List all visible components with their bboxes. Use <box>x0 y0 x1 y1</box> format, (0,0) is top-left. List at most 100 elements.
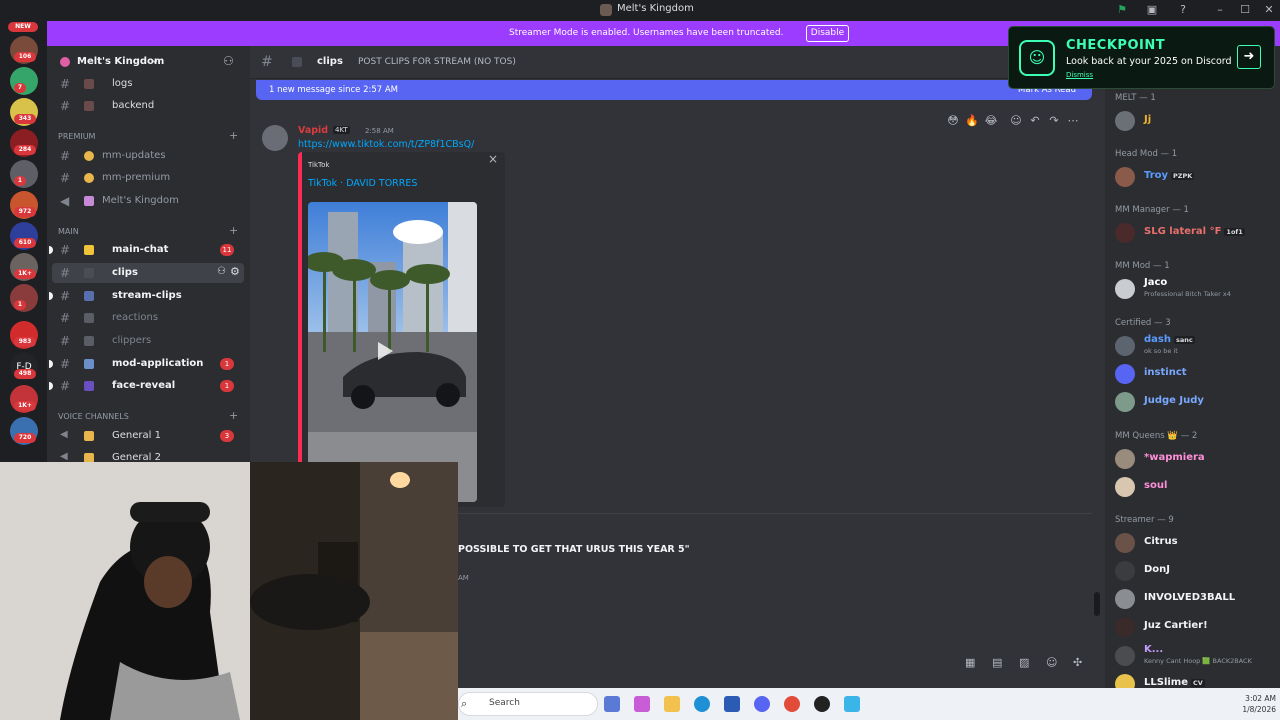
file-explorer-icon[interactable] <box>664 696 680 712</box>
close-window-icon[interactable]: ✕ <box>1263 4 1275 16</box>
copilot-icon[interactable] <box>634 696 650 712</box>
gift-icon[interactable]: ▦ <box>965 656 975 669</box>
inbox-icon[interactable]: ▣ <box>1146 4 1158 16</box>
channel-clippers[interactable]: # clippers <box>52 331 244 351</box>
video-thumbnail[interactable] <box>308 202 477 502</box>
channel-mm-updates[interactable]: # mm-updates <box>52 146 244 166</box>
channel-mm-premium[interactable]: # mm-premium <box>52 168 244 188</box>
chrome-icon[interactable] <box>784 696 800 712</box>
add-channel-icon[interactable]: + <box>229 409 238 422</box>
message-author[interactable]: Vapid <box>298 125 328 136</box>
member-row[interactable]: Troy PZPK <box>1113 164 1273 190</box>
minimize-icon[interactable]: – <box>1214 4 1226 16</box>
app-icon[interactable] <box>814 696 830 712</box>
taskbar-search[interactable]: ⌕ Search <box>458 692 598 716</box>
member-status: ok so be it <box>1144 347 1178 355</box>
channel-clips[interactable]: # clips ⚇ ⚙ <box>52 263 244 283</box>
close-embed-icon[interactable]: × <box>488 152 498 166</box>
add-channel-icon[interactable]: + <box>229 129 238 142</box>
more-icon[interactable]: ⋯ <box>1066 114 1080 128</box>
sticker-icon[interactable]: ▨ <box>1019 656 1029 669</box>
reply-icon[interactable]: ↶ <box>1028 114 1042 128</box>
message-time: 2:58 AM <box>365 127 394 135</box>
category-main[interactable]: MAIN <box>58 227 79 236</box>
channel-face-reveal[interactable]: # face-reveal 1 <box>49 376 244 396</box>
member-row[interactable]: INVOLVED3BALL <box>1113 586 1273 612</box>
channel-main-chat[interactable]: # main-chat 11 <box>49 240 244 260</box>
channel-backend[interactable]: # backend <box>52 96 244 116</box>
member-row[interactable]: Juz Cartier! <box>1113 614 1273 640</box>
member-row[interactable]: *wapmiera <box>1113 446 1273 472</box>
taskbar-clock[interactable]: 3:02 AM 1/8/2026 <box>1236 693 1276 715</box>
forward-icon[interactable]: ↷ <box>1047 114 1061 128</box>
channel-melts-kingdom[interactable]: ◀ Melt's Kingdom <box>52 191 244 211</box>
next-message-time: AM <box>458 574 469 582</box>
member-row[interactable]: Jj <box>1113 108 1273 134</box>
avatar <box>1115 223 1135 243</box>
member-group-title: MM Manager — 1 <box>1115 205 1189 215</box>
member-row[interactable]: instinct <box>1113 361 1273 387</box>
gif-icon[interactable]: ▤ <box>992 656 1002 669</box>
reaction-emoji-icon[interactable]: 😳 <box>946 114 960 128</box>
member-row[interactable]: Judge Judy <box>1113 389 1273 415</box>
add-channel-icon[interactable]: + <box>229 224 238 237</box>
member-row[interactable]: SLG lateral °F 1of1 <box>1113 220 1273 246</box>
gear-icon[interactable]: ⚙ <box>230 265 240 278</box>
checkpoint-popup[interactable]: ☺ CHECKPOINT Look back at your 2025 on D… <box>1008 26 1275 89</box>
member-status: Kenny Cant Hoop 🟩 BACK2BACK <box>1144 657 1252 665</box>
member-row[interactable]: DonJ <box>1113 558 1273 584</box>
hash-icon: # <box>60 357 71 371</box>
apps-icon[interactable]: ✣ <box>1073 656 1082 669</box>
emoji-icon[interactable]: ☺ <box>1046 656 1057 669</box>
channel-list: Melt's Kingdom ⌄ ⚇ # logs # backend PREM… <box>47 46 250 466</box>
category-premium[interactable]: PREMIUM <box>58 132 95 141</box>
app-icon[interactable] <box>844 696 860 712</box>
member-row[interactable]: soul <box>1113 474 1273 500</box>
voice-channel-general-1[interactable]: ◀ General 1 3 <box>52 426 244 446</box>
maximize-icon[interactable]: ☐ <box>1239 4 1251 16</box>
member-group-title: Head Mod — 1 <box>1115 149 1178 159</box>
chevron-down-icon[interactable]: ⌄ <box>151 55 159 66</box>
member-row[interactable]: Jaco Professional Bitch Taker x4 <box>1113 276 1273 302</box>
edge-icon[interactable] <box>694 696 710 712</box>
channel-emoji-icon <box>84 359 94 369</box>
channel-logs[interactable]: # logs <box>52 74 244 94</box>
invite-icon[interactable]: ⚇ <box>217 266 226 277</box>
member-row[interactable]: K... Kenny Cant Hoop 🟩 BACK2BACK <box>1113 643 1273 669</box>
add-member-icon[interactable]: ⚇ <box>223 54 234 68</box>
embed-title[interactable]: TikTok · DAVID TORRES <box>308 178 417 189</box>
member-group-title: Certified — 3 <box>1115 318 1171 328</box>
message-link[interactable]: https://www.tiktok.com/t/ZP8f1CBsQ/ <box>298 139 474 150</box>
channel-name: logs <box>112 78 133 89</box>
dismiss-link[interactable]: Dismiss <box>1066 71 1093 79</box>
store-icon[interactable] <box>724 696 740 712</box>
help-icon[interactable]: ? <box>1177 4 1189 16</box>
avatar <box>1115 449 1135 469</box>
reaction-emoji-icon[interactable]: 🔥 <box>965 114 979 128</box>
server-badge: 106 <box>14 52 36 62</box>
channel-name: stream-clips <box>112 290 182 301</box>
channel-reactions[interactable]: # reactions <box>52 308 244 328</box>
reaction-emoji-icon[interactable]: 😂 <box>984 114 998 128</box>
channel-mod-application[interactable]: # mod-application 1 <box>49 354 244 374</box>
member-row[interactable]: Citrus <box>1113 530 1273 556</box>
avatar <box>1115 589 1135 609</box>
category-voice-channels[interactable]: VOICE CHANNELS <box>58 412 129 421</box>
unread-indicator <box>49 360 53 368</box>
member-row[interactable]: dash sanc ok so be it <box>1113 333 1273 359</box>
channel-topic[interactable]: POST CLIPS FOR STREAM (NO TOS) <box>358 57 516 67</box>
channel-name: General 1 <box>112 430 161 441</box>
channel-emoji-icon <box>84 336 94 346</box>
discord-icon[interactable] <box>754 696 770 712</box>
scrollbar-thumb[interactable] <box>1094 592 1100 616</box>
avatar[interactable] <box>262 125 288 151</box>
task-view-icon[interactable] <box>604 696 620 712</box>
channel-stream-clips[interactable]: # stream-clips <box>49 286 244 306</box>
disable-button[interactable]: Disable <box>806 25 849 42</box>
arrow-right-icon[interactable]: ➜ <box>1237 45 1261 69</box>
new-messages-bar[interactable]: 1 new message since 2:57 AM Mark As Read <box>256 80 1092 100</box>
member-name: soul <box>1144 480 1168 491</box>
add-reaction-icon[interactable]: ☺ <box>1009 114 1023 128</box>
flag-icon[interactable]: ⚑ <box>1116 4 1128 16</box>
member-name: Citrus <box>1144 536 1178 547</box>
